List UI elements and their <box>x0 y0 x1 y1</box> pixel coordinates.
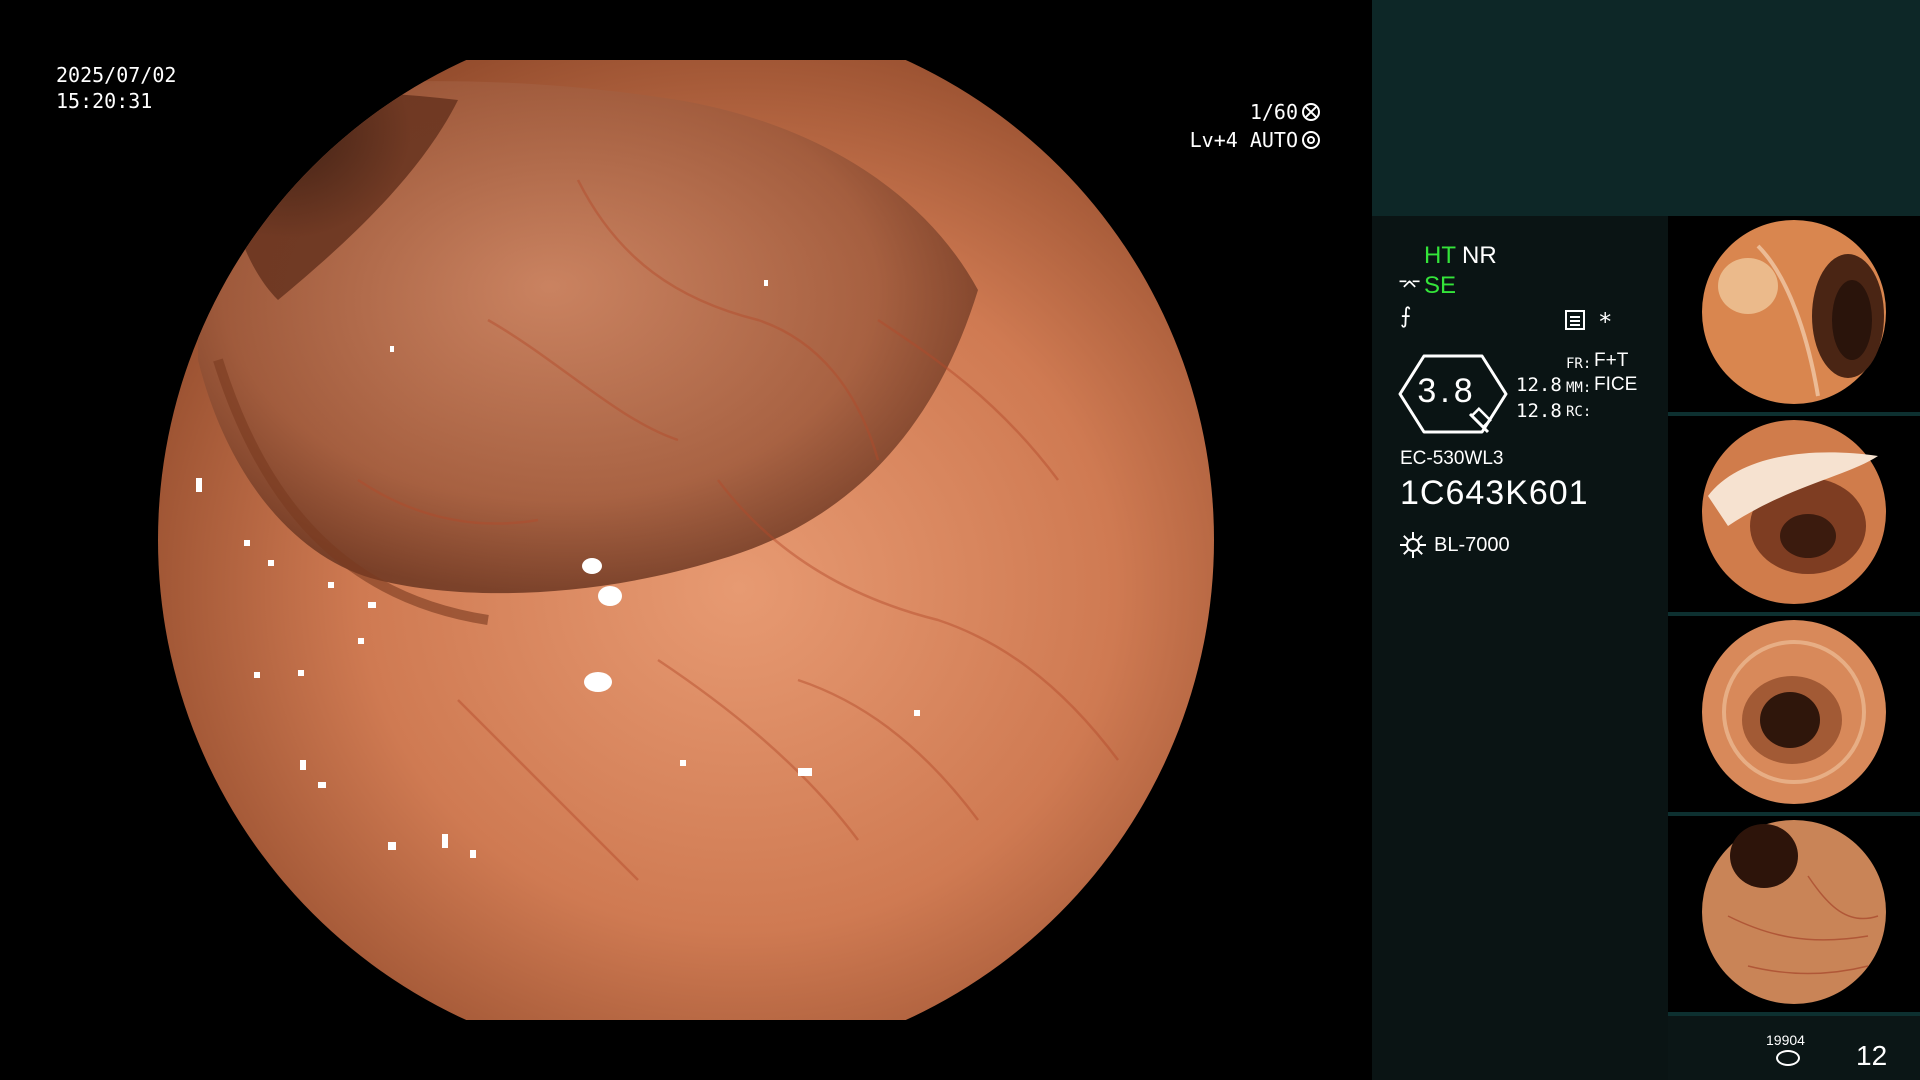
document-icon <box>1565 310 1585 330</box>
ht-mode: HT <box>1424 242 1456 269</box>
date-text: 2025/07/02 <box>56 63 177 87</box>
exposure-readout: 1/60 Lv+4 AUTO <box>1190 98 1320 154</box>
scope-serial: 1C643K601 <box>1400 474 1589 512</box>
thumbnail-1[interactable] <box>1668 216 1920 416</box>
enhancement-value-1: 12.8 <box>1516 374 1562 396</box>
zoom-value: 3.8 <box>1417 372 1477 410</box>
patient-info-area <box>1372 0 1920 216</box>
live-endoscopic-image <box>158 60 1214 1020</box>
rc-label: RC: <box>1566 404 1592 420</box>
time-text: 15:20:31 <box>56 89 153 113</box>
disk-icon <box>1776 1050 1800 1066</box>
mm-label: MM: <box>1566 380 1592 396</box>
capture-counter: 12 <box>1856 1040 1888 1071</box>
thumbnail-2[interactable] <box>1668 416 1920 616</box>
thumbnail-image-4 <box>1702 820 1886 1004</box>
thumbnail-4[interactable] <box>1668 816 1920 1016</box>
asterisk-mark: * <box>1598 308 1613 336</box>
thumbnail-image-3 <box>1702 620 1886 804</box>
freeze-icon: ⨍ <box>1400 303 1412 328</box>
zoom-badge: 3.8 <box>1398 352 1508 436</box>
light-source-icon <box>1400 532 1426 558</box>
mucosa-image <box>158 60 1214 1020</box>
thumbnail-image-1 <box>1702 220 1886 404</box>
capture-thumbnails <box>1668 216 1920 1016</box>
datetime-readout: 2025/07/02 15:20:31 <box>56 62 176 114</box>
iris-level: Lv+4 AUTO <box>1189 128 1298 152</box>
endoscope-view: 2025/07/02 15:20:31 1/60 Lv+4 AUTO <box>0 0 1372 1080</box>
fr-value: F+T <box>1594 350 1629 371</box>
nr-mode: NR <box>1462 242 1497 269</box>
fr-label: FR: <box>1566 356 1592 372</box>
light-source-name: BL-7000 <box>1434 533 1510 556</box>
thumbnail-3[interactable] <box>1668 616 1920 816</box>
structure-enhance-icon: ⌤ <box>1398 275 1422 297</box>
storage-count-label: 19904 <box>1766 1032 1805 1048</box>
shutter-icon <box>1302 103 1320 121</box>
settings-panel: HT NR ⌤ SE ⨍ * 3.8 12.8 12.8 FR: MM: RC:… <box>1372 216 1668 1080</box>
enhancement-value-2: 12.8 <box>1516 400 1562 422</box>
mm-value: FICE <box>1594 374 1638 395</box>
shutter-speed: 1/60 <box>1249 100 1298 124</box>
thumbnail-image-2 <box>1702 420 1886 604</box>
light-source: BL-7000 <box>1400 532 1510 558</box>
scope-model: EC-530WL3 <box>1400 448 1504 469</box>
se-mode: SE <box>1424 272 1457 299</box>
info-sidebar: HT NR ⌤ SE ⨍ * 3.8 12.8 12.8 FR: MM: RC:… <box>1372 0 1920 1080</box>
iris-icon <box>1302 131 1320 149</box>
